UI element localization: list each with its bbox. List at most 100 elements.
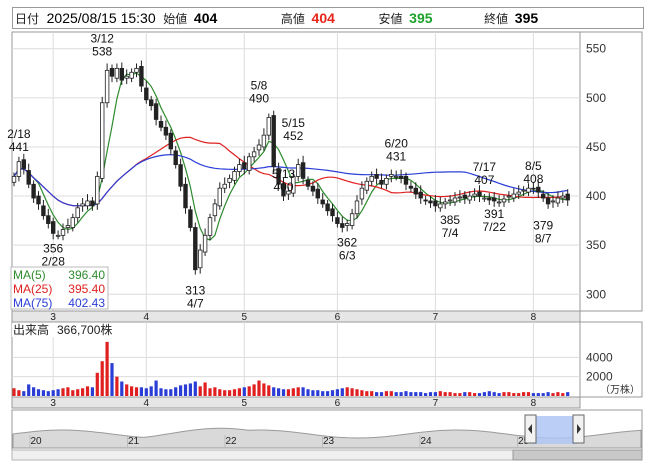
navigator-right-handle[interactable] xyxy=(572,414,585,444)
volume-bar xyxy=(110,363,114,396)
month-tick-label: 8 xyxy=(531,398,537,409)
candle-up xyxy=(521,189,526,192)
volume-bar xyxy=(134,387,139,396)
candle-down xyxy=(271,115,276,167)
candle-down xyxy=(418,191,423,199)
candle-down xyxy=(36,195,41,205)
annotation-value: 356 xyxy=(43,241,63,255)
candle-up xyxy=(95,176,100,205)
annotation-date: 2/28 xyxy=(42,254,66,268)
month-axis-strip-2 xyxy=(11,396,581,409)
annotation-value: 452 xyxy=(283,129,303,143)
volume-bar xyxy=(277,388,281,396)
candle-down xyxy=(242,162,247,169)
candle-up xyxy=(526,187,531,193)
volume-bar xyxy=(463,392,467,396)
candle-down xyxy=(374,174,379,179)
candle-up xyxy=(256,144,262,151)
annotation-date: 7/22 xyxy=(483,220,507,234)
navigator-scrollbar-thumb[interactable] xyxy=(512,449,643,461)
candle-down xyxy=(423,199,428,202)
volume-bar xyxy=(164,389,168,396)
annotation-date: 7/4 xyxy=(442,226,459,240)
volume-bar xyxy=(419,392,423,396)
candle-up xyxy=(85,200,90,207)
candle-up xyxy=(251,151,257,158)
ma25-value: 395.40 xyxy=(68,282,105,296)
candle-down xyxy=(433,200,438,207)
candle-down xyxy=(148,99,154,107)
volume-bar xyxy=(321,391,325,396)
volume-bar xyxy=(561,393,565,396)
ma5-value: 396.40 xyxy=(68,268,105,282)
candle-up xyxy=(452,197,458,203)
volume-bar xyxy=(448,392,452,396)
volume-bar xyxy=(473,393,477,396)
volume-bar xyxy=(546,392,550,396)
annotation-date: 6/20 xyxy=(385,137,409,151)
candle-up xyxy=(369,176,374,182)
candle-down xyxy=(305,179,311,187)
volume-bar xyxy=(242,387,246,396)
volume-bar xyxy=(120,381,124,396)
month-tick-label: 5 xyxy=(242,398,248,409)
volume-bar xyxy=(281,389,286,396)
volume-bar xyxy=(223,390,227,396)
candle-up xyxy=(364,180,369,191)
volume-tick-label: 4000 xyxy=(586,350,613,364)
volume-bar xyxy=(517,393,521,396)
candle-down xyxy=(335,217,340,224)
month-tick-label: 7 xyxy=(433,398,439,409)
candle-up xyxy=(550,200,556,203)
candle-up xyxy=(197,249,203,269)
volume-bar xyxy=(144,388,148,396)
annotation-date: 2/18 xyxy=(7,127,31,141)
candle-up xyxy=(75,207,80,219)
candle-down xyxy=(119,67,124,81)
volume-bar xyxy=(424,393,428,396)
candle-down xyxy=(90,200,95,207)
volume-unit: （万株） xyxy=(600,383,640,396)
month-tick-label: 6 xyxy=(335,398,341,409)
volume-bar xyxy=(335,389,339,396)
candle-down xyxy=(51,221,56,234)
volume-bar xyxy=(56,389,60,396)
volume-bar xyxy=(193,381,197,396)
volume-bar xyxy=(81,388,85,396)
candle xyxy=(193,222,198,275)
candle-down xyxy=(398,176,404,179)
volume-bar xyxy=(228,390,232,396)
volume-bar xyxy=(105,341,109,396)
candle-up xyxy=(560,195,565,199)
volume-bar xyxy=(428,392,433,396)
volume-bar xyxy=(257,380,261,396)
candle-up xyxy=(261,134,267,148)
candle-up xyxy=(129,71,134,79)
candle-down xyxy=(340,223,345,228)
annotation-value: 313 xyxy=(185,284,205,298)
candle-down xyxy=(531,187,536,190)
volume-bar xyxy=(497,393,501,396)
volume-bar xyxy=(115,376,119,396)
volume-bar xyxy=(95,372,99,396)
volume-bar xyxy=(566,392,570,396)
candle-down xyxy=(545,197,551,205)
month-tick-label: 3 xyxy=(50,312,56,323)
annotation-date: 4/7 xyxy=(187,297,204,311)
navigator-selection[interactable] xyxy=(531,416,577,444)
candle-down xyxy=(315,188,320,199)
annotation-value: 490 xyxy=(249,92,269,106)
candle-up xyxy=(100,102,105,179)
candle-up xyxy=(70,217,75,228)
candle-up xyxy=(55,234,61,237)
candle-down xyxy=(193,227,198,271)
candle-up xyxy=(134,67,139,73)
candle-down xyxy=(188,209,193,228)
navigator-left-handle[interactable] xyxy=(524,414,537,444)
volume-bar xyxy=(213,387,217,396)
volume-bar xyxy=(46,391,50,396)
candle-down xyxy=(408,185,414,189)
annotation-date: 3/12 xyxy=(91,32,115,46)
candle-up xyxy=(384,177,389,185)
month-tick-label: 5 xyxy=(242,312,248,323)
